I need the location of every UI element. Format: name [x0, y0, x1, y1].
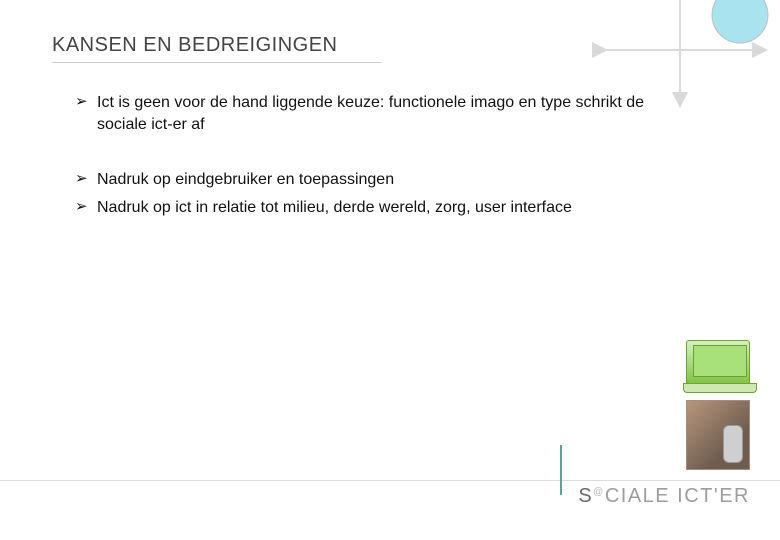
- bullet-item: ➢ Ict is geen voor de hand liggende keuz…: [75, 92, 665, 135]
- bullet-list: ➢ Ict is geen voor de hand liggende keuz…: [75, 92, 665, 224]
- bullet-text: Ict is geen voor de hand liggende keuze:…: [97, 92, 665, 135]
- slide-title: KANSEN EN BEDREIGINGEN: [52, 34, 338, 57]
- bullet-item: ➢ Nadruk op eindgebruiker en toepassinge…: [75, 169, 665, 191]
- footer-divider: [0, 480, 780, 481]
- bullet-arrow-icon: ➢: [75, 92, 97, 112]
- logo-at-icon: @: [593, 486, 605, 497]
- laptop-image: [686, 340, 750, 388]
- bullet-arrow-icon: ➢: [75, 169, 97, 189]
- exoskeleton-image: [686, 400, 750, 470]
- bullet-arrow-icon: ➢: [75, 197, 97, 217]
- bullet-gap: [75, 141, 665, 169]
- bullet-item: ➢ Nadruk op ict in relatie tot milieu, d…: [75, 197, 665, 219]
- logo-part-s: S: [578, 485, 593, 507]
- footer-logo: S@CIALE ICT'ER: [578, 485, 750, 508]
- bullet-text: Nadruk op eindgebruiker en toepassingen: [97, 169, 665, 191]
- title-underline: [52, 62, 382, 63]
- bullet-text: Nadruk op ict in relatie tot milieu, der…: [97, 197, 665, 219]
- logo-part-rest: CIALE ICT'ER: [605, 485, 750, 507]
- footer-vertical-accent: [560, 445, 562, 495]
